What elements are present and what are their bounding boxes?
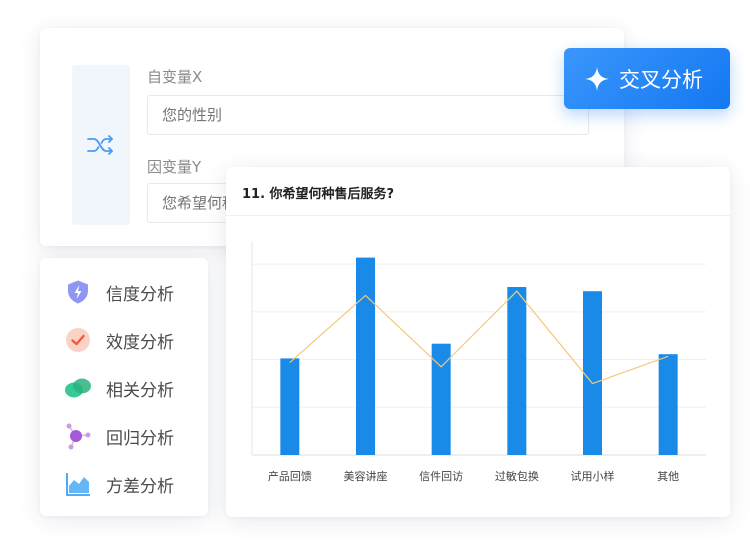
menu-item-label: 回归分析 — [106, 428, 174, 449]
independent-variable-input[interactable] — [147, 95, 589, 135]
chart-bar — [658, 354, 678, 455]
menu-item-label: 效度分析 — [106, 332, 174, 353]
chart-bar — [280, 358, 300, 455]
shuffle-icon — [87, 135, 113, 155]
x-tick-label: 产品回馈 — [268, 469, 312, 483]
shield-icon — [64, 278, 92, 306]
x-tick-label: 美容讲座 — [344, 469, 388, 483]
menu-item-anova[interactable]: 方差分析 — [64, 466, 174, 502]
x-tick-label: 信件回访 — [419, 470, 463, 483]
menu-item-correlation[interactable]: 相关分析 — [64, 370, 174, 406]
nodes-icon — [64, 422, 92, 450]
x-tick-label: 其他 — [657, 470, 679, 483]
bar-chart: 产品回馈 美容讲座 信件回访 过敏包换 试用小样 其他 — [251, 241, 706, 483]
cross-analysis-button[interactable]: 交叉分析 — [564, 48, 730, 109]
cross-analysis-label: 交叉分析 — [619, 67, 703, 92]
menu-item-label: 信度分析 — [106, 284, 174, 305]
overlap-icon — [64, 374, 92, 402]
chart-panel: 11. 你希望何种售后服务? 产品回馈 美容讲座 信件回访 过敏包换 试用小样 其他 — [226, 167, 730, 517]
analysis-menu: 信度分析 效度分析 相关分析 回归分析 方差分析 — [40, 258, 208, 516]
area-chart-icon — [64, 470, 92, 498]
check-circle-icon — [64, 326, 92, 354]
x-tick-label: 过敏包换 — [495, 469, 539, 483]
chart-bar — [356, 257, 375, 455]
menu-item-label: 相关分析 — [106, 380, 174, 401]
trend-line — [289, 290, 669, 385]
menu-item-regression[interactable]: 回归分析 — [64, 418, 174, 454]
dependent-variable-label: 因变量Y — [147, 158, 202, 176]
sparkle-icon — [584, 66, 610, 92]
menu-item-label: 方差分析 — [106, 476, 174, 497]
chart-bar — [507, 287, 527, 455]
menu-item-validity[interactable]: 效度分析 — [64, 322, 174, 358]
x-tick-label: 试用小样 — [571, 469, 615, 483]
independent-variable-label: 自变量X — [147, 68, 203, 86]
swap-variables-button[interactable] — [72, 65, 130, 225]
menu-item-reliability[interactable]: 信度分析 — [64, 274, 174, 310]
chart-bar — [583, 291, 602, 455]
